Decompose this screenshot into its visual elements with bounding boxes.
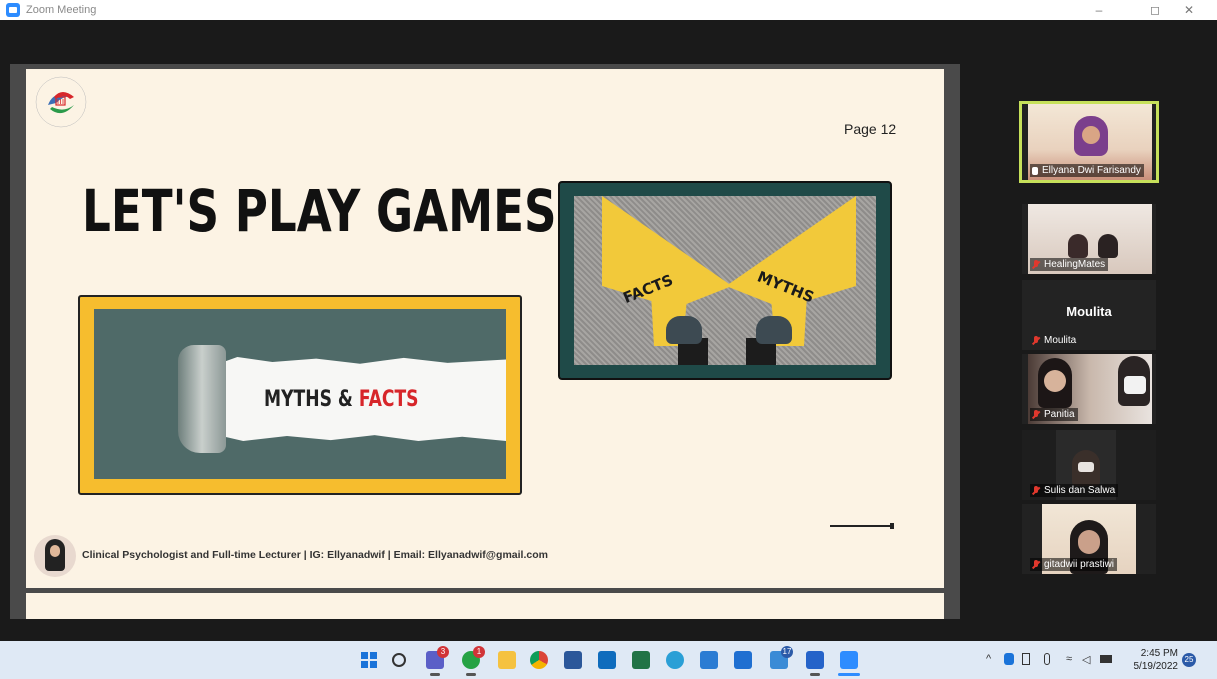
notepad-icon[interactable] [700, 651, 718, 669]
myths-caption-part: MYTHS & [264, 387, 359, 412]
app-icon[interactable] [806, 651, 824, 669]
screen-share-frame: Page 12 LET'S PLAY GAMES! MYTHS & FACTS … [10, 64, 960, 619]
notification-badge[interactable]: 25 [1182, 653, 1196, 667]
participant-tile[interactable]: Panitia [1022, 354, 1156, 424]
participant-tile[interactable]: Ellyana Dwi Farisandy [1019, 101, 1159, 183]
presentation-slide: Page 12 LET'S PLAY GAMES! MYTHS & FACTS … [26, 69, 944, 588]
mic-muted-icon [1032, 486, 1040, 495]
myths-facts-caption: MYTHS & FACTS [264, 387, 419, 412]
footer-arrow-line [830, 523, 894, 529]
participant-name: Sulis dan Salwa [1030, 484, 1119, 497]
telegram-icon[interactable] [666, 651, 684, 669]
participant-name: Moulita [1030, 334, 1079, 347]
next-slide-edge [26, 593, 944, 619]
close-button[interactable]: ✕ [1172, 0, 1206, 20]
clock-time: 2:45 PM [1140, 648, 1178, 659]
mic-muted-icon [1032, 336, 1040, 345]
file-explorer-icon[interactable] [498, 651, 516, 669]
system-clock[interactable]: 2:45 PM 5/19/2022 [1130, 647, 1179, 673]
start-icon[interactable] [360, 651, 378, 669]
speaker-icon[interactable]: ◁ [1082, 653, 1090, 666]
participant-name: Panitia [1030, 408, 1078, 421]
outlook-icon[interactable] [598, 651, 616, 669]
battery-icon [1022, 653, 1030, 665]
left-shoe [666, 316, 702, 344]
participant-tile[interactable]: Moulita Moulita [1022, 280, 1156, 350]
page-number: Page 12 [844, 121, 897, 137]
mic-muted-icon [1032, 560, 1040, 569]
search-icon[interactable] [392, 653, 406, 667]
clock-date: 5/19/2022 [1133, 661, 1179, 672]
participant-name: gitadwii prastiwi [1030, 558, 1118, 571]
teams-icon[interactable]: 3 [426, 646, 449, 669]
arrows-photo: FACTS MYTHS [574, 196, 876, 365]
university-logo [35, 76, 87, 128]
calendar-icon[interactable] [734, 651, 752, 669]
paper-curl [178, 345, 226, 453]
participant-name: Ellyana Dwi Farisandy [1030, 164, 1144, 177]
myths-facts-image-box: MYTHS & FACTS [78, 295, 522, 495]
zoom-app-icon [6, 3, 20, 17]
slide-footer: Clinical Psychologist and Full-time Lect… [82, 549, 548, 561]
pin-icon [1032, 166, 1038, 175]
participant-name: HealingMates [1030, 258, 1109, 271]
participant-tile[interactable]: Sulis dan Salwa [1022, 430, 1156, 500]
myths-arrow [726, 196, 856, 346]
facts-myths-arrows-box: FACTS MYTHS [558, 181, 892, 380]
window-title: Zoom Meeting [26, 4, 97, 16]
mic-muted-icon [1032, 260, 1040, 269]
meeting-area: Page 12 LET'S PLAY GAMES! MYTHS & FACTS … [0, 20, 1217, 641]
mic-muted-icon [1032, 410, 1040, 419]
torn-paper-image: MYTHS & FACTS [94, 309, 506, 479]
presenter-avatar [34, 535, 76, 577]
zoom-taskbar-icon[interactable] [840, 651, 858, 669]
chevron-up-icon[interactable]: ^ [986, 653, 991, 665]
bluetooth-icon[interactable] [1004, 653, 1014, 665]
chrome-icon[interactable] [530, 651, 548, 669]
slide-heading: LET'S PLAY GAMES! [82, 177, 578, 245]
microphone-icon [1044, 653, 1050, 665]
network-icon [1100, 655, 1112, 663]
restore-button[interactable]: ◻ [1138, 0, 1172, 20]
participant-tile[interactable]: HealingMates [1022, 204, 1156, 274]
right-shoe [756, 316, 792, 344]
participant-tile[interactable]: gitadwii prastiwi [1022, 504, 1156, 574]
windows-taskbar: 3 1 17 ^ ≈ ◁ 2:45 PM 5/19/2022 25 [0, 641, 1217, 679]
word-icon[interactable] [564, 651, 582, 669]
window-titlebar: Zoom Meeting [0, 0, 1217, 20]
facts-caption-part: FACTS [358, 387, 419, 412]
participant-display-name: Moulita [1066, 304, 1112, 319]
chat-app-icon[interactable]: 17 [770, 646, 793, 669]
wifi-icon[interactable]: ≈ [1066, 653, 1072, 665]
minimize-button[interactable]: – [1082, 0, 1116, 20]
whatsapp-icon[interactable]: 1 [462, 646, 485, 669]
excel-icon[interactable] [632, 651, 650, 669]
